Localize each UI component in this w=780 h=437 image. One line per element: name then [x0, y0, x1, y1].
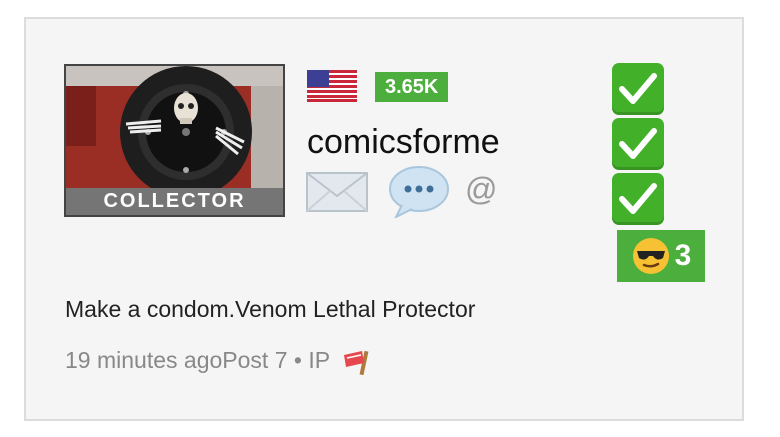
collector-badge: COLLECTOR — [66, 188, 283, 215]
post-meta: 19 minutes agoPost 7 • IP — [65, 347, 372, 375]
chat-bubble-icon[interactable] — [388, 165, 450, 218]
ip-label[interactable]: IP — [308, 347, 329, 373]
reputation-badge: 3.65K — [375, 72, 449, 102]
meta-separator: • — [293, 347, 302, 373]
emoji-reaction-badge[interactable]: 3 — [617, 230, 705, 282]
check-icon — [612, 63, 664, 115]
report-flag-icon[interactable] — [342, 349, 372, 375]
at-sign-icon[interactable]: @ — [465, 171, 497, 208]
check-icon — [612, 118, 664, 170]
sunglasses-emoji-icon — [632, 238, 669, 274]
post-title: Make a condom.Venom Lethal Protector — [65, 296, 476, 322]
post-time[interactable]: 19 minutes ago — [65, 347, 222, 373]
post-number[interactable]: Post 7 — [222, 347, 287, 373]
avatar-image — [66, 66, 283, 190]
mail-icon[interactable] — [306, 172, 368, 212]
emoji-count: 3 — [674, 239, 692, 272]
username-link[interactable]: comicsforme — [307, 123, 500, 162]
us-flag-icon — [307, 70, 357, 102]
user-avatar[interactable]: COLLECTOR — [64, 64, 285, 217]
check-icon — [612, 173, 664, 225]
